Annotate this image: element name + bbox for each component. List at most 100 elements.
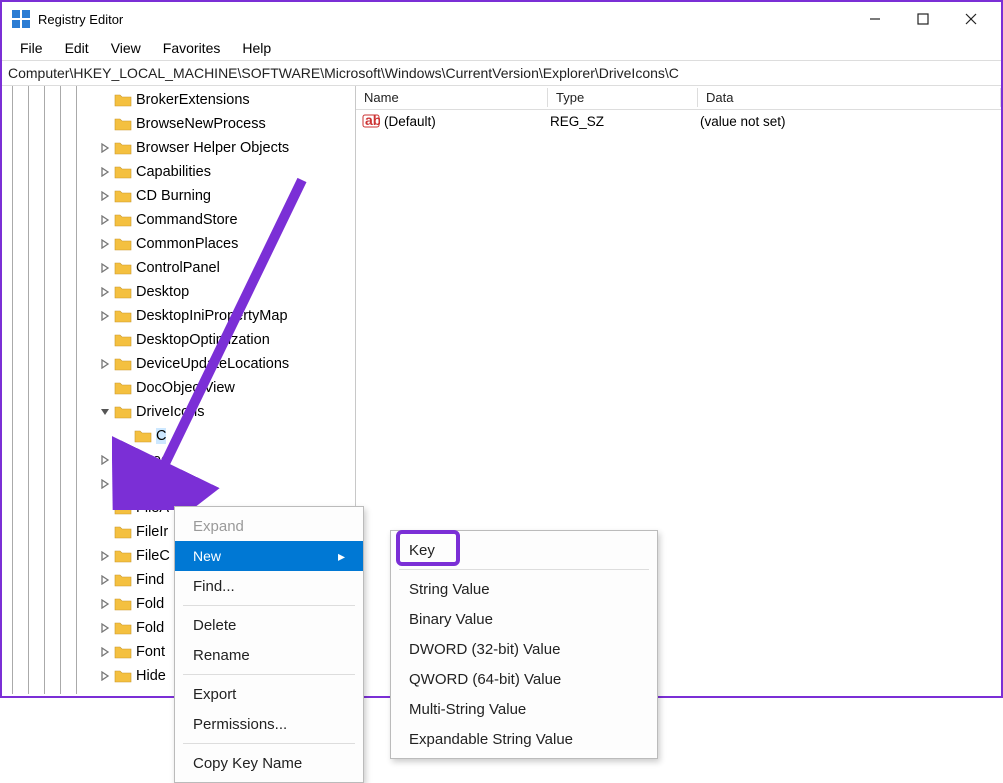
- folder-icon: [114, 381, 132, 395]
- ctx-new-key[interactable]: Key: [391, 535, 657, 565]
- twist-icon[interactable]: [98, 645, 112, 659]
- ctx-new-binary[interactable]: Binary Value: [391, 604, 657, 634]
- menu-view[interactable]: View: [101, 38, 151, 58]
- tree-label: C: [156, 428, 166, 444]
- tree-node[interactable]: DriveIcons: [2, 400, 355, 424]
- folder-icon: [114, 165, 132, 179]
- twist-icon[interactable]: [98, 405, 112, 419]
- tree-node[interactable]: Capabilities: [2, 160, 355, 184]
- twist-icon[interactable]: [98, 237, 112, 251]
- tree-label: Find: [136, 572, 164, 588]
- twist-icon[interactable]: [98, 549, 112, 563]
- twist-icon[interactable]: [98, 261, 112, 275]
- tree-node[interactable]: CommonPlaces: [2, 232, 355, 256]
- tree-label: Desktop: [136, 284, 189, 300]
- menubar: File Edit View Favorites Help: [2, 36, 1001, 60]
- menu-file[interactable]: File: [10, 38, 53, 58]
- twist-icon[interactable]: [98, 213, 112, 227]
- maximize-button[interactable]: [913, 9, 933, 29]
- address-bar[interactable]: Computer\HKEY_LOCAL_MACHINE\SOFTWARE\Mic…: [2, 60, 1001, 86]
- twist-icon[interactable]: [98, 309, 112, 323]
- ctx-new-dword[interactable]: DWORD (32-bit) Value: [391, 634, 657, 664]
- submenu-arrow-icon: ▸: [338, 548, 345, 565]
- tree-node[interactable]: Desktop: [2, 280, 355, 304]
- twist-icon[interactable]: [118, 429, 132, 443]
- twist-icon[interactable]: [98, 573, 112, 587]
- tree-label: CD Burning: [136, 188, 211, 204]
- tree-node[interactable]: Browser Helper Objects: [2, 136, 355, 160]
- twist-icon[interactable]: [98, 285, 112, 299]
- twist-icon[interactable]: [98, 165, 112, 179]
- menu-edit[interactable]: Edit: [55, 38, 99, 58]
- twist-icon[interactable]: [98, 525, 112, 539]
- tree-label: DesktopIniPropertyMap: [136, 308, 288, 324]
- folder-icon: [114, 213, 132, 227]
- folder-icon: [114, 693, 132, 694]
- ctx-new-expandstring[interactable]: Expandable String Value: [391, 724, 657, 754]
- tree-node[interactable]: CD Burning: [2, 184, 355, 208]
- twist-icon[interactable]: [98, 597, 112, 611]
- twist-icon[interactable]: [98, 117, 112, 131]
- tree-node[interactable]: DocObjectView: [2, 376, 355, 400]
- ctx-new[interactable]: New▸: [175, 541, 363, 571]
- tree-label: BrokerExtensions: [136, 92, 250, 108]
- ctx-export[interactable]: Export: [175, 679, 363, 709]
- tree-node[interactable]: ControlPanel: [2, 256, 355, 280]
- folder-icon: [114, 477, 132, 491]
- twist-icon[interactable]: [98, 621, 112, 635]
- twist-icon[interactable]: [98, 669, 112, 683]
- tree-node[interactable]: BrowseNewProcess: [2, 112, 355, 136]
- tree-node[interactable]: BrokerExtensions: [2, 88, 355, 112]
- close-button[interactable]: [961, 9, 981, 29]
- tree-node[interactable]: DesktopOptimization: [2, 328, 355, 352]
- twist-icon[interactable]: [98, 93, 112, 107]
- value-data: (value not set): [700, 114, 1001, 129]
- ctx-new-multistring[interactable]: Multi-String Value: [391, 694, 657, 724]
- twist-icon[interactable]: [98, 453, 112, 467]
- col-type[interactable]: Type: [548, 88, 698, 107]
- ctx-copy-key-name[interactable]: Copy Key Name: [175, 748, 363, 778]
- menu-favorites[interactable]: Favorites: [153, 38, 231, 58]
- col-name[interactable]: Name: [356, 88, 548, 107]
- tree-node[interactable]: Exter: [2, 472, 355, 496]
- ctx-new-string[interactable]: String Value: [391, 574, 657, 604]
- twist-icon[interactable]: [98, 693, 112, 694]
- twist-icon[interactable]: [98, 357, 112, 371]
- twist-icon[interactable]: [98, 333, 112, 347]
- folder-icon: [114, 501, 132, 515]
- twist-icon[interactable]: [98, 477, 112, 491]
- folder-icon: [114, 573, 132, 587]
- tree-node[interactable]: CommandStore: [2, 208, 355, 232]
- tree-node[interactable]: C: [2, 424, 355, 448]
- ctx-expand[interactable]: Expand: [175, 511, 363, 541]
- value-name: (Default): [384, 114, 550, 129]
- col-data[interactable]: Data: [698, 88, 1001, 107]
- ctx-new-qword[interactable]: QWORD (64-bit) Value: [391, 664, 657, 694]
- tree-label: Exter: [136, 476, 170, 492]
- tree-node[interactable]: Exec: [2, 448, 355, 472]
- ctx-delete[interactable]: Delete: [175, 610, 363, 640]
- tree-node[interactable]: DeviceUpdateLocations: [2, 352, 355, 376]
- menu-help[interactable]: Help: [232, 38, 281, 58]
- folder-icon: [114, 309, 132, 323]
- tree-label: DocObjectView: [136, 380, 235, 396]
- ctx-permissions[interactable]: Permissions...: [175, 709, 363, 739]
- twist-icon[interactable]: [98, 141, 112, 155]
- tree-label: Browser Helper Objects: [136, 140, 289, 156]
- separator: [183, 674, 355, 675]
- tree-label: DesktopOptimization: [136, 332, 270, 348]
- folder-icon: [114, 645, 132, 659]
- tree-node[interactable]: DesktopIniPropertyMap: [2, 304, 355, 328]
- twist-icon[interactable]: [98, 501, 112, 515]
- twist-icon[interactable]: [98, 381, 112, 395]
- tree-label: FileA: [136, 500, 169, 516]
- tree-label: FileC: [136, 548, 170, 564]
- ctx-find[interactable]: Find...: [175, 571, 363, 601]
- value-row[interactable]: ab (Default) REG_SZ (value not set): [356, 110, 1001, 132]
- ctx-rename[interactable]: Rename: [175, 640, 363, 670]
- titlebar: Registry Editor: [2, 2, 1001, 36]
- tree-label: ControlPanel: [136, 260, 220, 276]
- minimize-button[interactable]: [865, 9, 885, 29]
- tree-label: Hom: [136, 692, 167, 694]
- twist-icon[interactable]: [98, 189, 112, 203]
